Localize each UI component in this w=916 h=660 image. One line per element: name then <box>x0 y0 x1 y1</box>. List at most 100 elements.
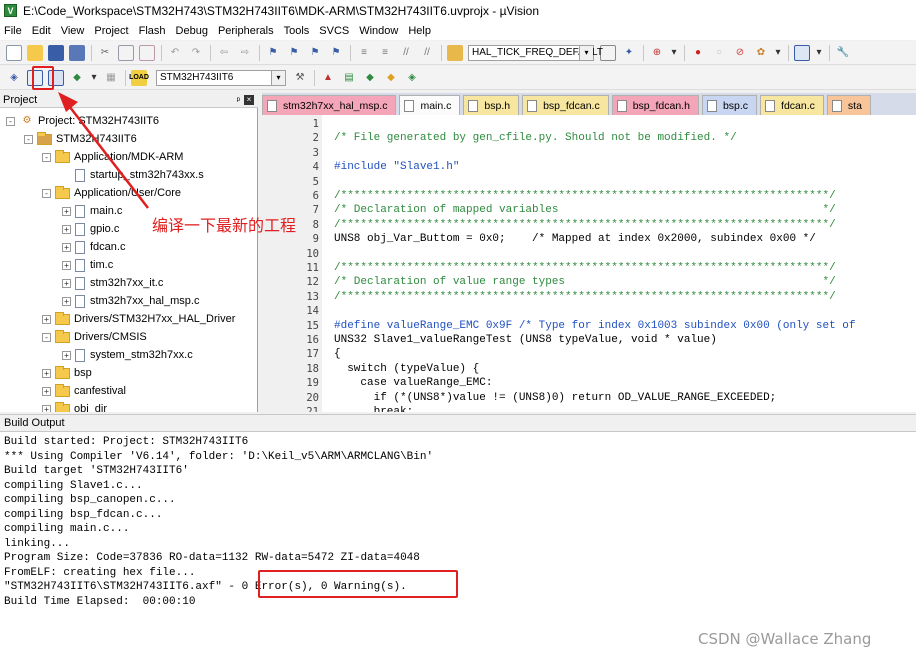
kill-breakpoints-icon[interactable]: ⊘ <box>732 45 748 61</box>
stop-build-icon[interactable]: ▦ <box>103 70 119 86</box>
manage-project-items-icon[interactable]: ▲ <box>320 70 336 86</box>
tree-item[interactable]: + Drivers/STM32H7xx_HAL_Driver <box>42 310 235 328</box>
collapse-icon[interactable]: - <box>6 116 15 126</box>
next-bookmark-icon[interactable]: ⚑ <box>307 45 323 61</box>
nav-forward-icon[interactable]: ⇨ <box>237 45 253 61</box>
tree-item[interactable]: + stm32h7xx_hal_msp.c <box>62 292 199 310</box>
window-layout-icon[interactable] <box>794 44 810 61</box>
chevron-down-icon[interactable]: ▾ <box>90 70 98 86</box>
tree-item[interactable]: + tim.c <box>62 256 113 274</box>
tab-bsp-h[interactable]: bsp.h <box>463 95 520 115</box>
save-all-icon[interactable] <box>69 44 85 61</box>
tab-bsp-c[interactable]: bsp.c <box>701 95 758 115</box>
pin-icon[interactable]: ᵖ <box>237 95 240 105</box>
wrench-icon[interactable]: 🔧 <box>835 45 851 61</box>
cut-icon[interactable]: ✂ <box>97 45 113 61</box>
disable-breakpoint-icon[interactable]: ○ <box>711 45 727 61</box>
event-recorder-icon[interactable]: ◈ <box>404 70 420 86</box>
tab-main-c[interactable]: main.c <box>399 95 461 115</box>
menu-peripherals[interactable]: Peripherals <box>218 25 274 37</box>
menu-help[interactable]: Help <box>408 25 431 37</box>
indent-icon[interactable]: ≡ <box>356 45 372 61</box>
copy-icon[interactable] <box>118 44 134 61</box>
debug-session-icon[interactable]: ⊕ <box>649 45 665 61</box>
expand-icon[interactable]: + <box>42 314 51 324</box>
bookmark-icon[interactable]: ⚑ <box>265 45 281 61</box>
chevron-down-icon[interactable]: ▾ <box>271 70 285 85</box>
paste-icon[interactable] <box>139 44 155 61</box>
close-icon[interactable]: × <box>244 94 254 105</box>
undo-icon[interactable]: ↶ <box>167 45 183 61</box>
expand-icon[interactable]: + <box>62 242 71 252</box>
comment-icon[interactable]: // <box>398 45 414 61</box>
tree-item[interactable]: - ⚙ Project: STM32H743IIT6 <box>6 112 159 130</box>
build-output-panel[interactable]: Build started: Project: STM32H743IIT6 ***… <box>0 432 916 660</box>
tree-item[interactable]: - Application/MDK-ARM <box>42 148 183 166</box>
tree-item[interactable]: - Application/User/Core <box>42 184 181 202</box>
chevron-down-icon[interactable]: ▾ <box>815 45 823 61</box>
tree-item[interactable]: + obj_dir <box>42 400 107 412</box>
open-folder-icon[interactable] <box>27 44 43 61</box>
nav-back-icon[interactable]: ⇦ <box>216 45 232 61</box>
save-icon[interactable] <box>48 44 64 61</box>
menu-project[interactable]: Project <box>94 25 128 37</box>
expand-icon[interactable]: + <box>62 206 71 216</box>
collapse-icon[interactable]: - <box>42 188 51 198</box>
new-file-icon[interactable] <box>6 44 22 61</box>
download-icon[interactable]: LOAD <box>129 69 149 86</box>
tab-bsp-fdcan-c[interactable]: bsp_fdcan.c <box>522 95 609 115</box>
expand-icon[interactable]: + <box>62 350 71 360</box>
expand-icon[interactable]: + <box>62 224 71 234</box>
define-dropdown[interactable]: HAL_TICK_FREQ_DEFAULT ▾ <box>468 44 603 61</box>
tree-item[interactable]: + fdcan.c <box>62 238 125 256</box>
prev-bookmark-icon[interactable]: ⚑ <box>286 45 302 61</box>
uncomment-icon[interactable]: // <box>419 45 435 61</box>
tree-item[interactable]: - Drivers/CMSIS <box>42 328 147 346</box>
find-in-files-icon[interactable] <box>447 44 463 61</box>
tree-item[interactable]: - STM32H743IIT6 <box>24 130 137 148</box>
tree-item[interactable]: + system_stm32h7xx.c <box>62 346 193 364</box>
configure-icon[interactable]: ✿ <box>753 45 769 61</box>
collapse-icon[interactable]: - <box>42 332 51 342</box>
unindent-icon[interactable]: ≡ <box>377 45 393 61</box>
clear-bookmarks-icon[interactable]: ⚑ <box>328 45 344 61</box>
select-packs-icon[interactable]: ▤ <box>341 70 357 86</box>
redo-icon[interactable]: ↷ <box>188 45 204 61</box>
tree-item[interactable]: + gpio.c <box>62 220 119 238</box>
tab-stm32h7xx-hal-msp-c[interactable]: stm32h7xx_hal_msp.c <box>262 95 397 115</box>
manage-rte-icon[interactable]: ◆ <box>362 70 378 86</box>
tab-sta[interactable]: sta <box>826 95 871 115</box>
collapse-icon[interactable]: - <box>24 134 33 144</box>
menu-svcs[interactable]: SVCS <box>319 25 349 37</box>
tree-item[interactable]: + main.c <box>62 202 122 220</box>
batch-build-icon[interactable]: ◆ <box>69 70 85 86</box>
target-dropdown[interactable]: STM32H743IIT6 ▾ <box>156 69 286 86</box>
breakpoint-icon[interactable]: ● <box>690 45 706 61</box>
code-editor[interactable]: 1 2/* File generated by gen_cfile.py. Sho… <box>262 115 916 412</box>
incremental-find-icon[interactable]: ✦ <box>621 45 637 61</box>
tree-item[interactable]: + canfestival <box>42 382 126 400</box>
expand-icon[interactable]: + <box>62 278 71 288</box>
menu-flash[interactable]: Flash <box>139 25 166 37</box>
target-options-icon[interactable]: ⚒ <box>292 70 308 86</box>
menu-debug[interactable]: Debug <box>176 25 208 37</box>
pack-installer-icon[interactable]: ◆ <box>383 70 399 86</box>
menu-file[interactable]: File <box>4 25 22 37</box>
tree-item[interactable]: + stm32h7xx_it.c <box>62 274 163 292</box>
menu-tools[interactable]: Tools <box>284 25 310 37</box>
menu-window[interactable]: Window <box>359 25 398 37</box>
tab-fdcan-c[interactable]: fdcan.c <box>760 95 824 115</box>
tree-item[interactable]: startup_stm32h743xx.s <box>62 166 204 184</box>
collapse-icon[interactable]: - <box>42 152 51 162</box>
chevron-down-icon[interactable]: ▾ <box>670 45 678 61</box>
menu-view[interactable]: View <box>61 25 85 37</box>
chevron-down-icon[interactable]: ▾ <box>774 45 782 61</box>
expand-icon[interactable]: + <box>42 368 51 378</box>
expand-icon[interactable]: + <box>42 404 51 412</box>
translate-icon[interactable]: ◈ <box>6 70 22 86</box>
tree-item[interactable]: + bsp <box>42 364 92 382</box>
menu-edit[interactable]: Edit <box>32 25 51 37</box>
expand-icon[interactable]: + <box>62 260 71 270</box>
expand-icon[interactable]: + <box>62 296 71 306</box>
expand-icon[interactable]: + <box>42 386 51 396</box>
